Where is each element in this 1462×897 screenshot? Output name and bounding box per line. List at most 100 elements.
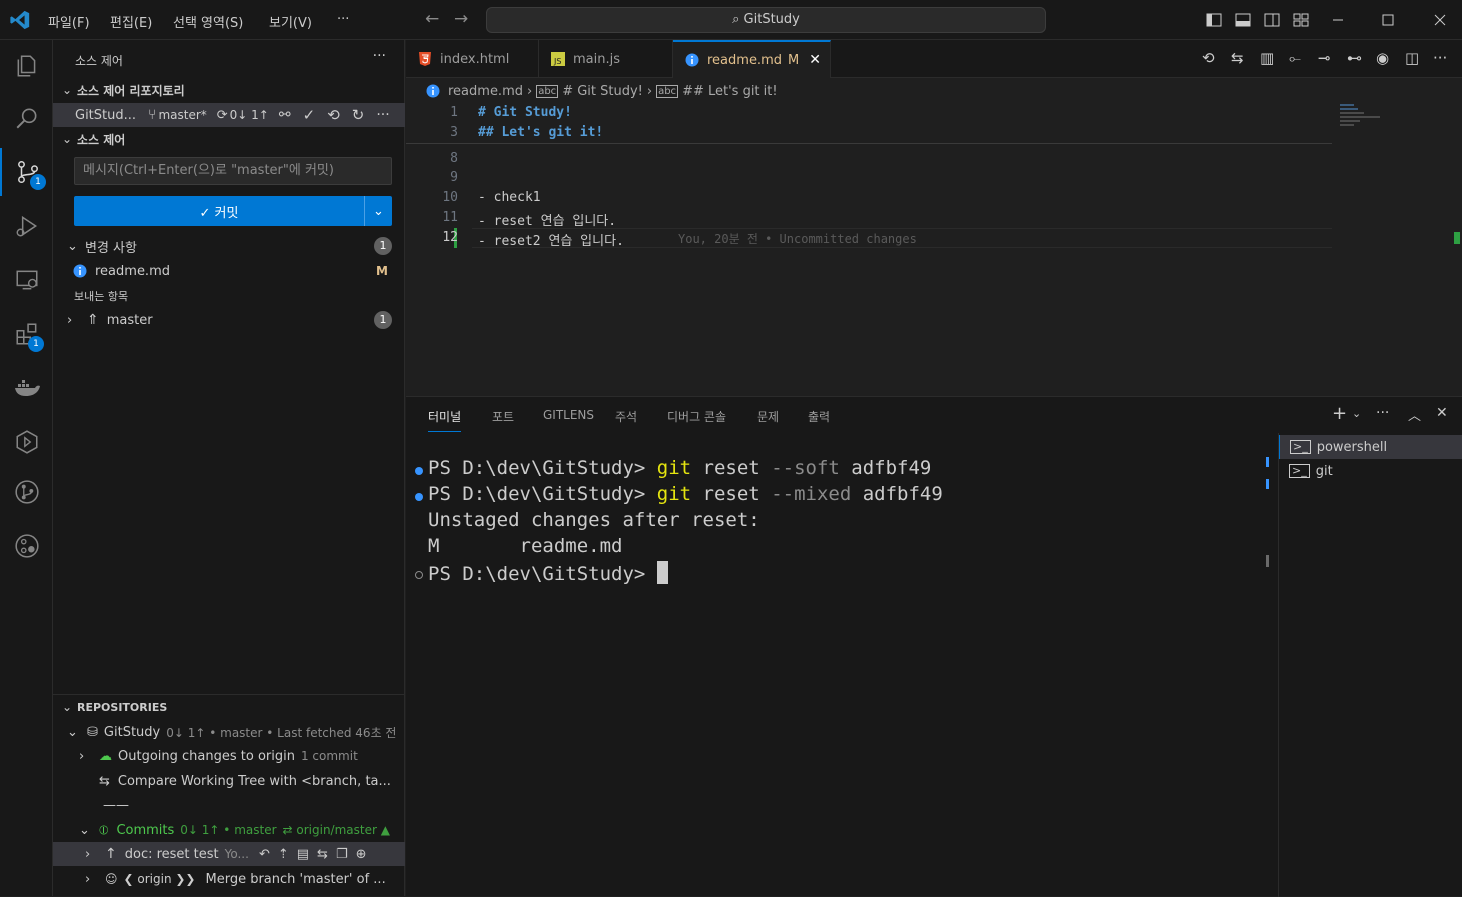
code-editor[interactable]: 1 # Git Study! 3 ## Let's git it! 8 9 10… xyxy=(406,102,1462,396)
maximize-panel-icon[interactable]: ︿ xyxy=(1408,405,1421,424)
history-icon[interactable]: ⟲ xyxy=(327,106,340,124)
maximize-icon[interactable] xyxy=(1376,8,1400,32)
branch-graph-icon[interactable]: ⚯ xyxy=(279,107,291,123)
tab-debug-console[interactable]: 디버그 콘솔 xyxy=(667,408,726,425)
gitlens-compare-item[interactable]: ⇆ Compare Working Tree with <branch, ta.… xyxy=(53,769,405,793)
chevron-down-icon: ⌄ xyxy=(79,822,90,838)
repository-name: GitStud... xyxy=(75,107,137,123)
sync-status[interactable]: 0↓ 1↑ xyxy=(230,108,269,122)
menu-more[interactable]: ··· xyxy=(337,12,349,27)
terminal-line: PS D:\dev\GitStudy> git reset --mixed ad… xyxy=(428,483,943,505)
menu-selection[interactable]: 선택 영역(S) xyxy=(173,12,243,31)
command-center-search[interactable]: ⌕ GitStudy xyxy=(486,7,1046,33)
changes-group[interactable]: ⌄ 변경 사항 1 xyxy=(53,234,405,258)
breadcrumb-h1[interactable]: # Git Study! xyxy=(562,84,643,99)
breadcrumb-h2[interactable]: ## Let's git it! xyxy=(682,84,778,99)
customize-layout-icon[interactable] xyxy=(1289,8,1313,32)
outgoing-arrow-icon: ⇑ xyxy=(87,312,99,328)
menu-edit[interactable]: 편집(E) xyxy=(110,12,152,31)
scm-section-header[interactable]: ⌄ 소스 제어 xyxy=(53,128,405,150)
code-line: - reset 연습 입니다. xyxy=(478,214,617,229)
next-revision-icon[interactable]: ⊷ xyxy=(1347,49,1362,67)
tab-terminal[interactable]: 터미널 xyxy=(428,408,462,432)
commit-node-icon[interactable]: ⊸ xyxy=(1318,49,1331,67)
toggle-secondary-sidebar-icon[interactable] xyxy=(1260,8,1284,32)
outgoing-item[interactable]: › ⇑ master 1 xyxy=(53,308,405,332)
back-arrow-icon[interactable]: ← xyxy=(425,9,439,29)
extensions-icon[interactable]: 1 xyxy=(0,310,53,358)
terminal-item-git[interactable]: >_ git xyxy=(1279,459,1462,483)
search-view-icon[interactable] xyxy=(0,94,53,142)
gitlens-outgoing-item[interactable]: › ☁ Outgoing changes to origin 1 commit xyxy=(53,744,405,768)
tab-problems[interactable]: 문제 xyxy=(757,408,779,425)
open-file-icon[interactable]: ▤ xyxy=(297,847,309,862)
tab-gitlens[interactable]: GITLENS xyxy=(543,408,594,422)
push-icon[interactable]: ⇡ xyxy=(278,847,289,862)
minimize-icon[interactable] xyxy=(1326,8,1350,32)
gitlens-commits-upstream: ⇄ origin/master ▲ xyxy=(282,823,390,837)
tab-index-html[interactable]: index.html xyxy=(406,40,539,78)
repo-more-icon[interactable]: ··· xyxy=(376,107,389,123)
close-tab-icon[interactable]: ✕ xyxy=(809,52,821,68)
toggle-sidebar-icon[interactable] xyxy=(1202,8,1226,32)
sidebar-more-button[interactable]: ··· xyxy=(373,48,386,64)
menu-view[interactable]: 보기(V) xyxy=(269,12,312,31)
copy-icon[interactable]: ❐ xyxy=(336,847,348,862)
run-debug-icon[interactable] xyxy=(0,202,53,250)
split-editor-icon[interactable]: ◫ xyxy=(1405,49,1419,67)
commit-message-input[interactable]: 메시지(Ctrl+Enter(으)로 "master"에 커밋) xyxy=(74,157,392,185)
gitlens-commit-row[interactable]: › ↑ doc: reset test Yo... ↶ ⇡ ▤ ⇆ ❐ ⊕ xyxy=(53,842,405,866)
gitlens-repo-item[interactable]: ⌄ ⛁ GitStudy 0↓ 1↑ • master • Last fetch… xyxy=(53,720,405,744)
code-line: - reset2 연습 입니다. xyxy=(478,234,624,249)
tab-readme-md[interactable]: readme.md M ✕ xyxy=(673,40,831,78)
terminal-item-label: git xyxy=(1315,463,1333,479)
gitlens-icon[interactable] xyxy=(0,468,53,516)
source-control-icon[interactable]: 1 xyxy=(0,148,53,196)
docker-icon[interactable] xyxy=(0,364,53,412)
close-panel-icon[interactable]: ✕ xyxy=(1436,405,1448,421)
previous-revision-icon[interactable]: ⟜ xyxy=(1289,49,1301,67)
repository-row[interactable]: GitStud... ⑂ master* ⟳ 0↓ 1↑ ⚯ ✓ ⟲ ↻ ··· xyxy=(53,103,405,127)
toggle-panel-icon[interactable] xyxy=(1231,8,1255,32)
heading-symbol-icon: abc xyxy=(536,84,559,98)
menu-file[interactable]: 파일(F) xyxy=(48,12,90,31)
new-terminal-plus-icon[interactable]: + xyxy=(1332,403,1347,424)
minimap[interactable] xyxy=(1338,102,1448,132)
refresh-icon[interactable]: ↻ xyxy=(352,106,365,124)
commit-button[interactable]: ✓ 커밋 ⌄ xyxy=(74,196,392,226)
tab-main-js[interactable]: JS main.js xyxy=(539,40,673,78)
editor-more-icon[interactable]: ··· xyxy=(1433,49,1447,67)
gitlens-inspect-icon[interactable] xyxy=(0,418,53,466)
gitlens-toggle-icon[interactable]: ◉ xyxy=(1376,49,1389,67)
remote-explorer-icon[interactable] xyxy=(0,256,53,304)
tab-ports[interactable]: 포트 xyxy=(492,408,514,425)
gitlens-commit-row-2[interactable]: › ☺ ❮ origin ❯❯ Merge branch 'master' of… xyxy=(53,867,405,891)
explorer-icon[interactable] xyxy=(0,42,53,90)
git-graph-icon[interactable] xyxy=(0,522,53,570)
tab-comments[interactable]: 주석 xyxy=(615,408,637,425)
tab-output[interactable]: 출력 xyxy=(808,408,830,425)
branch-name[interactable]: master* xyxy=(158,108,206,122)
commit-dropdown-chevron-icon[interactable]: ⌄ xyxy=(364,196,392,226)
scrollbar-marker xyxy=(1266,555,1269,567)
sticky-heading[interactable]: # Git Study! xyxy=(478,105,572,120)
changed-file-item[interactable]: readme.md M xyxy=(53,259,405,283)
compare-commit-icon[interactable]: ⇆ xyxy=(317,847,328,862)
close-window-icon[interactable] xyxy=(1428,8,1452,32)
gitlens-commits-item[interactable]: ⌄ ⦶ Commits 0↓ 1↑ • master ⇄ origin/mast… xyxy=(53,818,405,842)
gitlens-repositories-header[interactable]: ⌄ REPOSITORIES xyxy=(53,696,405,718)
undo-commit-icon[interactable]: ↶ xyxy=(259,847,270,862)
forward-arrow-icon[interactable]: → xyxy=(454,9,468,29)
panel-more-icon[interactable]: ··· xyxy=(1376,405,1389,421)
terminal-args: adfbf49 xyxy=(851,483,943,505)
sticky-heading[interactable]: ## Let's git it! xyxy=(478,125,603,140)
globe-icon[interactable]: ⊕ xyxy=(356,847,367,862)
breadcrumb-file[interactable]: readme.md xyxy=(448,84,523,99)
timeline-icon[interactable]: ⟲ xyxy=(1202,49,1215,67)
chevron-down-icon[interactable]: ⌄ xyxy=(1352,407,1361,420)
repositories-section-header[interactable]: ⌄ 소스 제어 리포지토리 xyxy=(53,79,405,101)
terminal-item-powershell[interactable]: >_ powershell xyxy=(1279,435,1462,459)
commit-check-icon[interactable]: ✓ xyxy=(303,106,316,124)
compare-changes-icon[interactable]: ⇆ xyxy=(1231,49,1244,67)
open-changes-icon[interactable]: ▥ xyxy=(1260,49,1274,67)
